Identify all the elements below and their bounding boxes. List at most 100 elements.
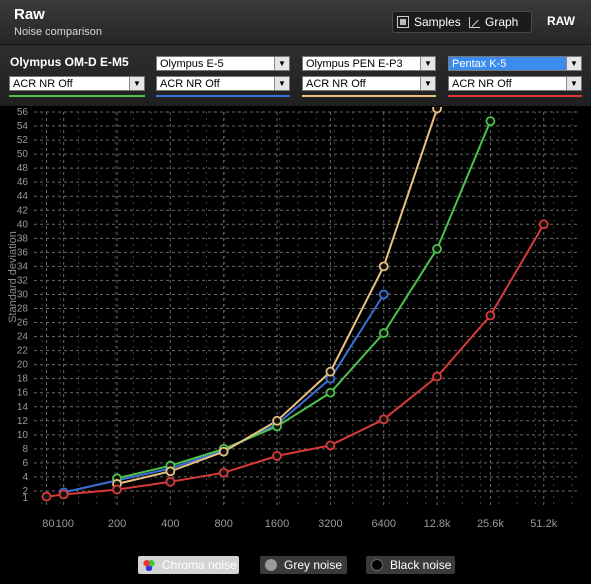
graph-icon [469,16,480,28]
data-point [58,489,69,500]
data-point [432,103,442,114]
x-tick-label: 800 [215,518,233,530]
black-noise-label: Black noise [390,558,452,572]
y-tick-label: 46 [17,177,29,188]
camera-1-setting-select[interactable]: ACR NR Off ▼ [9,76,145,91]
black-noise-button[interactable]: Black noise [366,556,455,574]
camera-4-name: Pentax K-5 [452,58,507,70]
y-tick-label: 18 [17,374,29,385]
samples-view-button[interactable]: Samples [397,12,461,32]
camera-2-color-line [156,95,290,97]
y-tick-label: 56 [17,107,29,118]
chevron-down-icon: ▼ [566,57,581,70]
camera-4-select[interactable]: Pentax K-5 ▼ [448,56,582,71]
camera-1-name: Olympus OM-D E-M5 [10,55,129,69]
data-point [485,310,496,321]
x-tick-label: 3200 [318,518,342,530]
data-point [325,387,336,398]
y-tick-label: 40 [17,219,29,230]
rgb-dots-icon [143,559,155,571]
y-tick-label: 10 [17,430,29,441]
data-point [325,440,336,451]
camera-2-setting-value: ACR NR Off [160,78,220,90]
data-point [378,261,389,272]
data-point [538,219,549,230]
samples-label: Samples [414,15,461,29]
camera-2-setting-select[interactable]: ACR NR Off ▼ [156,76,290,91]
data-point [485,116,496,127]
data-point [378,414,389,425]
grey-dot-icon [265,559,277,571]
camera-3-select[interactable]: Olympus PEN E-P3 ▼ [302,56,436,71]
noise-type-selector: Chroma noise Grey noise Black noise [0,543,591,584]
camera-3-name: Olympus PEN E-P3 [306,58,403,70]
camera-2-select[interactable]: Olympus E-5 ▼ [156,56,290,71]
x-tick-label: 6400 [371,518,395,530]
chevron-down-icon: ▼ [129,77,144,90]
camera-4-color-line [448,95,582,97]
chroma-noise-label: Chroma noise [162,558,237,572]
chroma-noise-button[interactable]: Chroma noise [138,556,239,574]
data-point [378,289,389,300]
data-point [378,328,389,338]
data-point [272,415,282,426]
x-tick-label: 200 [108,518,126,530]
x-tick-label: 1600 [265,518,289,530]
y-tick-label: 14 [17,402,29,413]
x-tick-label: 12.8k [424,518,451,530]
data-point [165,476,176,487]
x-tick-label: 400 [161,518,179,530]
y-tick-label: 48 [17,163,29,174]
data-point [325,366,336,377]
camera-3-setting-value: ACR NR Off [306,78,366,90]
data-point [272,450,282,461]
data-point [432,243,442,254]
y-tick-label: 44 [17,191,29,202]
x-tick-label: 25.6k [477,518,504,530]
y-tick-label: 54 [17,121,29,132]
data-point [432,371,442,382]
black-dot-icon [371,559,383,571]
y-axis-label: Standard deviation [7,231,19,323]
y-tick-label: 8 [22,444,28,455]
y-tick-label: 16 [17,388,29,399]
page-title: Raw [14,6,45,23]
camera-3-setting-select[interactable]: ACR NR Off ▼ [302,76,436,91]
view-toggle: Samples Graph [392,11,532,33]
grey-noise-label: Grey noise [284,558,343,572]
y-tick-label: 6 [22,458,28,469]
x-tick-label: 80 [42,518,54,530]
camera-4-setting-select[interactable]: ACR NR Off ▼ [448,76,582,91]
samples-icon [397,16,409,28]
format-label: RAW [547,14,575,28]
chevron-down-icon: ▼ [274,77,289,90]
y-tick-label: 20 [17,360,29,371]
x-tick-label: 100 [56,518,74,530]
data-point [41,491,52,502]
y-tick-label: 50 [17,149,29,160]
page-subtitle: Noise comparison [14,26,103,38]
y-tick-label: 42 [17,205,29,216]
camera-1-setting-value: ACR NR Off [13,78,73,90]
noise-chart: 1246810121416182022242628303234363840424… [7,103,580,530]
camera-1-color-line [9,95,145,97]
chevron-down-icon: ▼ [274,57,289,70]
grey-noise-button[interactable]: Grey noise [260,556,347,574]
y-tick-label: 22 [17,346,29,357]
y-tick-label: 24 [17,332,29,343]
y-tick-label: 4 [22,472,28,483]
graph-view-button[interactable]: Graph [469,12,518,32]
chevron-down-icon: ▼ [420,77,435,90]
chevron-down-icon: ▼ [420,57,435,70]
camera-4-setting-value: ACR NR Off [452,78,512,90]
app-header: Raw Noise comparison Samples Graph RAW [0,0,591,45]
graph-label: Graph [485,15,519,29]
y-tick-label: 12 [17,416,29,427]
data-point [218,446,229,457]
camera-2-name: Olympus E-5 [160,58,224,70]
camera-selectors: Olympus OM-D E-M5 ACR NR Off ▼ Olympus E… [0,45,591,106]
camera-3-color-line [302,95,436,97]
x-tick-label: 51.2k [530,518,557,530]
chevron-down-icon: ▼ [566,77,581,90]
y-tick-label: 52 [17,135,29,146]
